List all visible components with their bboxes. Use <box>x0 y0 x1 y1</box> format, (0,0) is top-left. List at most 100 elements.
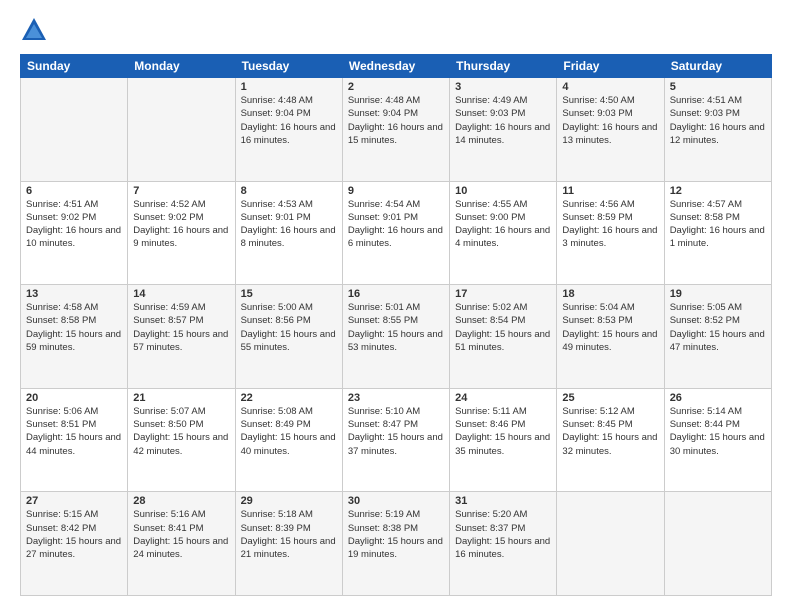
calendar-week-row: 13Sunrise: 4:58 AM Sunset: 8:58 PM Dayli… <box>21 285 772 389</box>
day-number: 3 <box>455 81 551 93</box>
day-info: Sunrise: 5:16 AM Sunset: 8:41 PM Dayligh… <box>133 508 229 561</box>
calendar-cell <box>664 492 771 596</box>
day-number: 22 <box>241 392 337 404</box>
day-info: Sunrise: 4:48 AM Sunset: 9:04 PM Dayligh… <box>348 94 444 147</box>
calendar-cell: 6Sunrise: 4:51 AM Sunset: 9:02 PM Daylig… <box>21 181 128 285</box>
day-info: Sunrise: 5:14 AM Sunset: 8:44 PM Dayligh… <box>670 405 766 458</box>
page: SundayMondayTuesdayWednesdayThursdayFrid… <box>0 0 792 612</box>
day-number: 10 <box>455 185 551 197</box>
day-number: 7 <box>133 185 229 197</box>
header <box>20 16 772 44</box>
calendar-week-row: 20Sunrise: 5:06 AM Sunset: 8:51 PM Dayli… <box>21 388 772 492</box>
day-number: 20 <box>26 392 122 404</box>
day-info: Sunrise: 5:20 AM Sunset: 8:37 PM Dayligh… <box>455 508 551 561</box>
day-number: 11 <box>562 185 658 197</box>
day-info: Sunrise: 4:57 AM Sunset: 8:58 PM Dayligh… <box>670 198 766 251</box>
day-number: 31 <box>455 495 551 507</box>
calendar-day-header: Monday <box>128 55 235 78</box>
calendar-cell: 5Sunrise: 4:51 AM Sunset: 9:03 PM Daylig… <box>664 78 771 182</box>
calendar-cell: 20Sunrise: 5:06 AM Sunset: 8:51 PM Dayli… <box>21 388 128 492</box>
calendar-cell: 9Sunrise: 4:54 AM Sunset: 9:01 PM Daylig… <box>342 181 449 285</box>
day-number: 27 <box>26 495 122 507</box>
calendar-cell: 29Sunrise: 5:18 AM Sunset: 8:39 PM Dayli… <box>235 492 342 596</box>
day-number: 28 <box>133 495 229 507</box>
calendar-cell: 24Sunrise: 5:11 AM Sunset: 8:46 PM Dayli… <box>450 388 557 492</box>
calendar-cell: 7Sunrise: 4:52 AM Sunset: 9:02 PM Daylig… <box>128 181 235 285</box>
calendar-cell: 4Sunrise: 4:50 AM Sunset: 9:03 PM Daylig… <box>557 78 664 182</box>
day-info: Sunrise: 5:01 AM Sunset: 8:55 PM Dayligh… <box>348 301 444 354</box>
day-info: Sunrise: 5:10 AM Sunset: 8:47 PM Dayligh… <box>348 405 444 458</box>
calendar-cell: 1Sunrise: 4:48 AM Sunset: 9:04 PM Daylig… <box>235 78 342 182</box>
day-number: 26 <box>670 392 766 404</box>
day-info: Sunrise: 5:18 AM Sunset: 8:39 PM Dayligh… <box>241 508 337 561</box>
day-number: 23 <box>348 392 444 404</box>
day-number: 12 <box>670 185 766 197</box>
day-info: Sunrise: 5:12 AM Sunset: 8:45 PM Dayligh… <box>562 405 658 458</box>
day-number: 4 <box>562 81 658 93</box>
calendar-day-header: Thursday <box>450 55 557 78</box>
day-number: 19 <box>670 288 766 300</box>
day-info: Sunrise: 5:08 AM Sunset: 8:49 PM Dayligh… <box>241 405 337 458</box>
calendar-cell: 13Sunrise: 4:58 AM Sunset: 8:58 PM Dayli… <box>21 285 128 389</box>
day-info: Sunrise: 5:19 AM Sunset: 8:38 PM Dayligh… <box>348 508 444 561</box>
calendar-cell: 27Sunrise: 5:15 AM Sunset: 8:42 PM Dayli… <box>21 492 128 596</box>
day-number: 1 <box>241 81 337 93</box>
day-info: Sunrise: 5:05 AM Sunset: 8:52 PM Dayligh… <box>670 301 766 354</box>
calendar-cell: 18Sunrise: 5:04 AM Sunset: 8:53 PM Dayli… <box>557 285 664 389</box>
day-info: Sunrise: 4:54 AM Sunset: 9:01 PM Dayligh… <box>348 198 444 251</box>
day-info: Sunrise: 4:48 AM Sunset: 9:04 PM Dayligh… <box>241 94 337 147</box>
calendar-cell: 22Sunrise: 5:08 AM Sunset: 8:49 PM Dayli… <box>235 388 342 492</box>
day-number: 18 <box>562 288 658 300</box>
day-info: Sunrise: 4:53 AM Sunset: 9:01 PM Dayligh… <box>241 198 337 251</box>
day-number: 21 <box>133 392 229 404</box>
day-info: Sunrise: 5:11 AM Sunset: 8:46 PM Dayligh… <box>455 405 551 458</box>
day-number: 9 <box>348 185 444 197</box>
logo-icon <box>20 16 48 44</box>
calendar-cell <box>128 78 235 182</box>
calendar-cell: 30Sunrise: 5:19 AM Sunset: 8:38 PM Dayli… <box>342 492 449 596</box>
calendar-cell <box>557 492 664 596</box>
day-number: 25 <box>562 392 658 404</box>
day-number: 17 <box>455 288 551 300</box>
day-info: Sunrise: 5:02 AM Sunset: 8:54 PM Dayligh… <box>455 301 551 354</box>
calendar-day-header: Wednesday <box>342 55 449 78</box>
calendar-cell: 8Sunrise: 4:53 AM Sunset: 9:01 PM Daylig… <box>235 181 342 285</box>
calendar-cell: 12Sunrise: 4:57 AM Sunset: 8:58 PM Dayli… <box>664 181 771 285</box>
day-number: 8 <box>241 185 337 197</box>
day-info: Sunrise: 5:00 AM Sunset: 8:56 PM Dayligh… <box>241 301 337 354</box>
day-number: 5 <box>670 81 766 93</box>
day-info: Sunrise: 5:07 AM Sunset: 8:50 PM Dayligh… <box>133 405 229 458</box>
calendar-cell <box>21 78 128 182</box>
day-info: Sunrise: 4:55 AM Sunset: 9:00 PM Dayligh… <box>455 198 551 251</box>
day-number: 29 <box>241 495 337 507</box>
calendar-week-row: 27Sunrise: 5:15 AM Sunset: 8:42 PM Dayli… <box>21 492 772 596</box>
day-number: 30 <box>348 495 444 507</box>
calendar-cell: 14Sunrise: 4:59 AM Sunset: 8:57 PM Dayli… <box>128 285 235 389</box>
calendar-cell: 25Sunrise: 5:12 AM Sunset: 8:45 PM Dayli… <box>557 388 664 492</box>
day-info: Sunrise: 4:58 AM Sunset: 8:58 PM Dayligh… <box>26 301 122 354</box>
calendar-day-header: Saturday <box>664 55 771 78</box>
calendar-cell: 17Sunrise: 5:02 AM Sunset: 8:54 PM Dayli… <box>450 285 557 389</box>
day-number: 13 <box>26 288 122 300</box>
calendar-cell: 23Sunrise: 5:10 AM Sunset: 8:47 PM Dayli… <box>342 388 449 492</box>
day-info: Sunrise: 4:50 AM Sunset: 9:03 PM Dayligh… <box>562 94 658 147</box>
calendar-header-row: SundayMondayTuesdayWednesdayThursdayFrid… <box>21 55 772 78</box>
day-number: 6 <box>26 185 122 197</box>
calendar-day-header: Sunday <box>21 55 128 78</box>
day-info: Sunrise: 5:04 AM Sunset: 8:53 PM Dayligh… <box>562 301 658 354</box>
calendar-day-header: Friday <box>557 55 664 78</box>
calendar-cell: 16Sunrise: 5:01 AM Sunset: 8:55 PM Dayli… <box>342 285 449 389</box>
calendar-cell: 11Sunrise: 4:56 AM Sunset: 8:59 PM Dayli… <box>557 181 664 285</box>
calendar-cell: 15Sunrise: 5:00 AM Sunset: 8:56 PM Dayli… <box>235 285 342 389</box>
calendar-week-row: 1Sunrise: 4:48 AM Sunset: 9:04 PM Daylig… <box>21 78 772 182</box>
day-info: Sunrise: 5:15 AM Sunset: 8:42 PM Dayligh… <box>26 508 122 561</box>
day-number: 15 <box>241 288 337 300</box>
logo <box>20 16 52 44</box>
day-info: Sunrise: 4:49 AM Sunset: 9:03 PM Dayligh… <box>455 94 551 147</box>
day-info: Sunrise: 4:56 AM Sunset: 8:59 PM Dayligh… <box>562 198 658 251</box>
calendar-cell: 31Sunrise: 5:20 AM Sunset: 8:37 PM Dayli… <box>450 492 557 596</box>
day-info: Sunrise: 4:51 AM Sunset: 9:03 PM Dayligh… <box>670 94 766 147</box>
calendar-cell: 2Sunrise: 4:48 AM Sunset: 9:04 PM Daylig… <box>342 78 449 182</box>
calendar-table: SundayMondayTuesdayWednesdayThursdayFrid… <box>20 54 772 596</box>
calendar-cell: 21Sunrise: 5:07 AM Sunset: 8:50 PM Dayli… <box>128 388 235 492</box>
